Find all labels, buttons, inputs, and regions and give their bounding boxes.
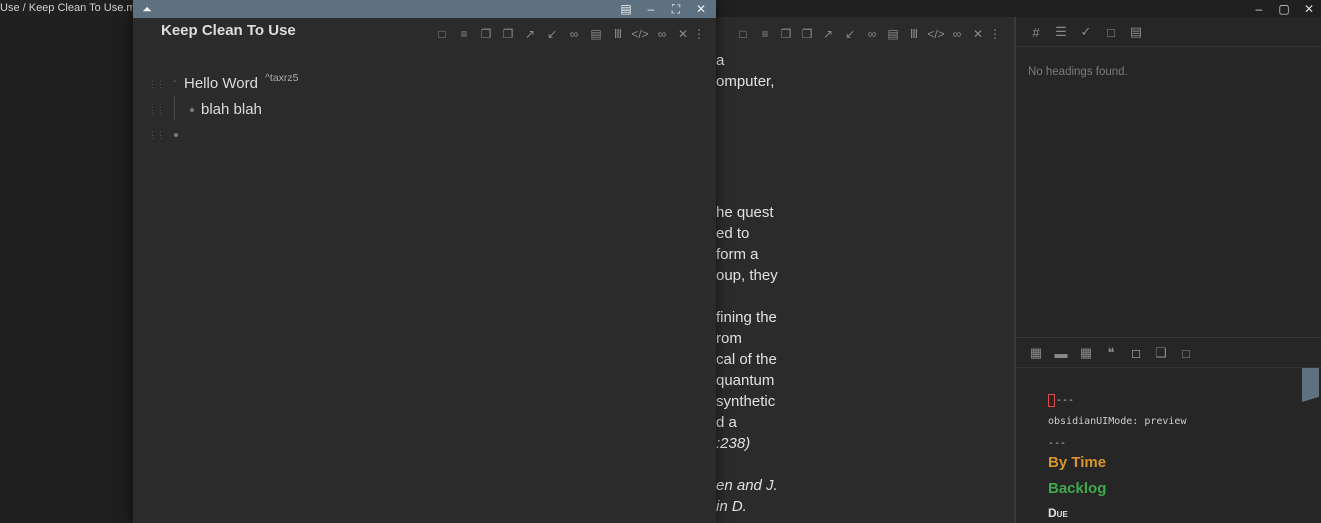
close-icon[interactable]: ✕ xyxy=(969,25,987,43)
table-icon[interactable]: ▦ xyxy=(1077,344,1095,362)
copy-icon[interactable]: ❐ xyxy=(477,25,495,43)
heading-due[interactable]: Due xyxy=(1048,506,1068,520)
indent-guide xyxy=(174,96,175,120)
text-line: a xyxy=(716,52,725,69)
check-icon[interactable]: ✓ xyxy=(1077,23,1095,41)
plugins-icon[interactable]: ❏ xyxy=(1152,344,1170,362)
collapse-toggle-icon[interactable]: - xyxy=(173,76,176,87)
list-icon[interactable]: ≡ xyxy=(455,25,473,43)
code-icon[interactable]: </> xyxy=(631,25,649,43)
text-line: omputer, xyxy=(716,73,775,90)
bullet-icon[interactable] xyxy=(174,133,178,137)
calendar-icon[interactable]: ▦ xyxy=(1027,344,1045,362)
preview-toolbar: ▦ ▬ ▦ ❝ □ ❏ □ xyxy=(1016,338,1321,368)
list-icon[interactable]: ☰ xyxy=(1052,23,1070,41)
empty-outline-message: No headings found. xyxy=(1028,66,1128,78)
document-icon[interactable]: ▤ xyxy=(1127,23,1145,41)
popover-titlebar[interactable]: ⏶ ▤ – ⛶ ✕ xyxy=(133,0,716,18)
drag-handle-icon[interactable]: ⋮⋮ xyxy=(148,130,165,141)
text-line: quantum xyxy=(716,372,775,389)
text-cursor xyxy=(1048,394,1055,407)
expand-icon[interactable]: ↗ xyxy=(521,25,539,43)
text-cursor-icon[interactable]: Ⅲ xyxy=(609,25,627,43)
link-icon[interactable]: ∞ xyxy=(565,25,583,43)
hover-editor-popover[interactable]: ⏶ ▤ – ⛶ ✕ Keep Clean To Use □ ≡ ❐ ❐ ↗ ↙ … xyxy=(133,0,716,523)
pin-icon[interactable]: ⏶ xyxy=(137,0,157,18)
heading-backlog[interactable]: Backlog xyxy=(1048,480,1106,497)
file-icon[interactable]: □ xyxy=(1127,344,1145,362)
maximize-icon[interactable]: ⛶ xyxy=(666,0,686,18)
text-line: synthetic xyxy=(716,393,776,410)
page-icon[interactable]: □ xyxy=(1177,344,1195,362)
list-icon[interactable]: ≡ xyxy=(756,25,774,43)
text-line: oup, they xyxy=(716,267,778,284)
page-icon[interactable]: □ xyxy=(433,25,451,43)
outline-item-text[interactable]: Hello Word xyxy=(184,75,258,92)
close-window-button[interactable]: ✕ xyxy=(1298,1,1320,16)
drag-handle-icon[interactable]: ⋮⋮ xyxy=(148,105,165,116)
more-options-icon[interactable]: ⋮ xyxy=(986,25,1004,43)
popover-toolbar: □ ≡ ❐ ❐ ↗ ↙ ∞ ▤ Ⅲ </> ∞ ✕ ⋮ xyxy=(433,25,713,43)
text-cursor-icon[interactable]: Ⅲ xyxy=(905,25,923,43)
page-icon[interactable]: □ xyxy=(734,25,752,43)
frontmatter-delimiter: --- xyxy=(1056,395,1075,406)
paste-icon[interactable]: ❐ xyxy=(499,25,517,43)
code-icon[interactable]: </> xyxy=(927,25,945,43)
file-icon[interactable]: □ xyxy=(1102,23,1120,41)
archive-icon[interactable]: ▤ xyxy=(616,0,636,18)
main-editor-pane[interactable]: □ ≡ ❐ ❐ ↗ ↙ ∞ ▤ Ⅲ </> ∞ ✕ ⋮ a omputer, h… xyxy=(716,17,1014,523)
paste-icon[interactable]: ❐ xyxy=(798,25,816,43)
close-icon[interactable]: ✕ xyxy=(691,0,711,18)
quote-icon[interactable]: ❝ xyxy=(1102,344,1120,362)
heading-by-time[interactable]: By Time xyxy=(1048,454,1106,471)
frontmatter-property: obsidianUIMode: preview xyxy=(1048,416,1187,427)
archive-icon[interactable]: ▤ xyxy=(884,25,902,43)
text-line: rom xyxy=(716,330,742,347)
text-line: cal of the xyxy=(716,351,777,368)
text-line: d a xyxy=(716,414,737,431)
right-sidebar: # ☰ ✓ □ ▤ No headings found. ▦ ▬ ▦ ❝ □ ❏… xyxy=(1014,17,1321,523)
text-line: :238) xyxy=(716,435,751,452)
outline-panel: # ☰ ✓ □ ▤ No headings found. xyxy=(1016,17,1321,337)
text-line: en and J. xyxy=(716,477,778,494)
outline-toolbar: # ☰ ✓ □ ▤ xyxy=(1016,17,1321,47)
text-line: fining the xyxy=(716,309,777,326)
text-line: he quest xyxy=(716,204,774,221)
glasses-icon[interactable]: ∞ xyxy=(948,25,966,43)
drag-handle-icon[interactable]: ⋮⋮ xyxy=(148,79,165,90)
archive-icon[interactable]: ▤ xyxy=(587,25,605,43)
preview-panel: ▦ ▬ ▦ ❝ □ ❏ □ --- obsidianUIMode: previe… xyxy=(1016,337,1321,523)
collapse-icon[interactable]: ↙ xyxy=(543,25,561,43)
maximize-window-button[interactable]: ▢ xyxy=(1273,1,1295,16)
more-options-icon[interactable]: ⋮ xyxy=(690,25,708,43)
outline-item-text[interactable]: blah blah xyxy=(201,101,262,118)
copy-icon[interactable]: ❐ xyxy=(777,25,795,43)
hash-icon[interactable]: # xyxy=(1027,23,1045,41)
text-line: form a xyxy=(716,246,759,263)
glasses-icon[interactable]: ∞ xyxy=(653,25,671,43)
text-line: in D. xyxy=(716,498,747,515)
editor-toolbar: □ ≡ ❐ ❐ ↗ ↙ ∞ ▤ Ⅲ </> ∞ ✕ ⋮ xyxy=(716,25,1014,45)
expand-icon[interactable]: ↗ xyxy=(819,25,837,43)
link-icon[interactable]: ∞ xyxy=(863,25,881,43)
minimize-icon[interactable]: – xyxy=(641,0,661,18)
scrollbar-thumb[interactable] xyxy=(1302,368,1319,402)
keyboard-icon[interactable]: ▬ xyxy=(1052,344,1070,362)
window-title: Use / Keep Clean To Use.md xyxy=(0,2,142,14)
text-line: ed to xyxy=(716,225,750,242)
block-reference: ^taxrz5 xyxy=(265,72,299,84)
bullet-icon[interactable] xyxy=(190,108,194,112)
note-title: Keep Clean To Use xyxy=(161,22,296,39)
collapse-icon[interactable]: ↙ xyxy=(841,25,859,43)
frontmatter-delimiter: --- xyxy=(1048,438,1067,449)
minimize-window-button[interactable]: – xyxy=(1248,1,1270,16)
